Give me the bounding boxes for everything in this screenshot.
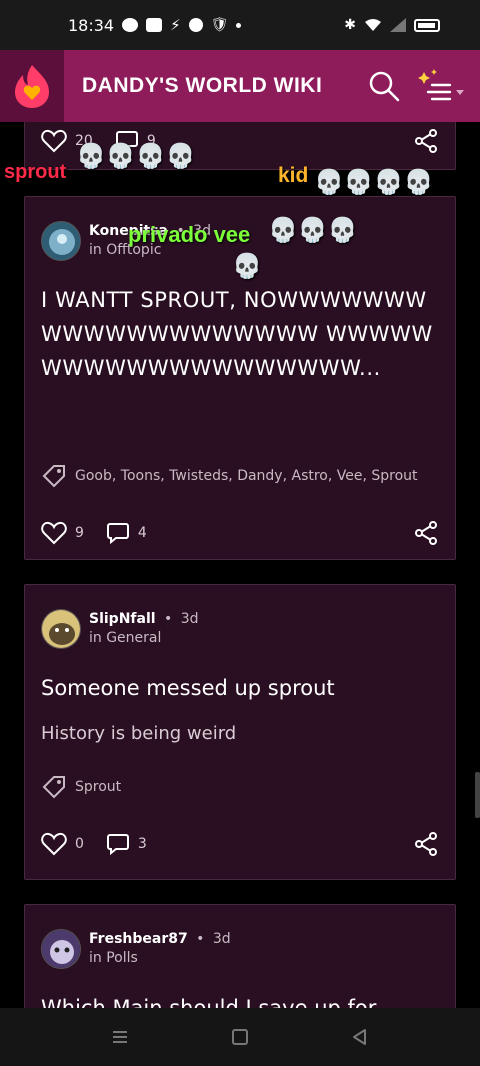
bluetooth-icon: ✱	[344, 17, 356, 33]
skull-icon: 💀	[76, 142, 106, 170]
skull-emoji-row: 💀💀💀💀	[76, 142, 196, 170]
status-time: 18:34	[68, 15, 115, 35]
skull-icon: 💀	[403, 168, 434, 196]
skull-icon: 💀	[232, 252, 262, 280]
avatar[interactable]	[41, 609, 81, 649]
tag-list[interactable]: Sprout	[75, 779, 121, 795]
skull-emoji-row: 💀💀💀	[268, 216, 358, 244]
tag-list[interactable]: Goob, Toons, Twisteds, Dandy, Astro, Vee…	[75, 468, 418, 484]
skull-icon: 💀	[165, 142, 196, 170]
skull-icon: 💀	[135, 142, 166, 170]
like-stat[interactable]: 0	[41, 832, 84, 856]
post-category[interactable]: in Polls	[89, 949, 231, 968]
post-time: 3d	[212, 931, 231, 947]
signal-icon	[390, 18, 406, 32]
comment-icon	[106, 834, 129, 856]
avatar[interactable]	[41, 929, 81, 969]
post-tags[interactable]: Goob, Toons, Twisteds, Dandy, Astro, Vee…	[25, 463, 455, 489]
heart-icon	[41, 521, 67, 545]
like-count: 9	[75, 525, 84, 541]
like-count: 0	[75, 836, 84, 852]
post-title[interactable]: I WANTT SPROUT, NOWWWWWWWWWWWWWWWWWWWW W…	[25, 283, 455, 385]
app-bar: DANDY'S WORLD WIKI	[0, 50, 480, 122]
skull-icon: 💀	[327, 216, 358, 244]
heart-icon	[41, 832, 67, 856]
author-name[interactable]: SlipNfall	[89, 611, 156, 627]
comment-count: 4	[137, 525, 147, 541]
overlay-sprout: sprout	[4, 161, 67, 183]
avatar[interactable]	[41, 221, 81, 261]
heart-icon	[41, 129, 67, 153]
youtube-icon	[146, 18, 163, 32]
post-excerpt[interactable]: History is being weird	[25, 723, 455, 744]
wifi-icon	[365, 19, 381, 31]
share-icon[interactable]	[413, 521, 439, 545]
status-bar: 18:34 ⚡ 🛡 ✱	[0, 0, 480, 50]
skull-icon: 💀	[343, 168, 374, 196]
post-card[interactable]: SlipNfall • 3d in General Someone messed…	[24, 584, 456, 880]
skull-emoji-row: 💀💀💀💀	[314, 168, 434, 196]
skull-icon: 💀	[268, 216, 298, 244]
skull-icon: 💀	[373, 168, 404, 196]
comment-stat[interactable]: 4	[106, 521, 147, 545]
post-title[interactable]: Which Main should I save up for	[25, 991, 455, 1008]
avatar-image	[42, 222, 80, 260]
post-card[interactable]: Konepitsa • 3d in Offtopic I WANTT SPROU…	[24, 196, 456, 560]
dot-separator: •	[164, 611, 173, 627]
scroll-thumb[interactable]	[475, 772, 480, 818]
comment-stat[interactable]: 3	[106, 832, 147, 856]
system-nav-bar	[0, 1008, 480, 1066]
share-icon[interactable]	[413, 129, 439, 153]
tag-icon	[42, 465, 65, 488]
skull-icon: 💀	[297, 216, 328, 244]
comment-icon	[106, 523, 129, 545]
fandom-logo[interactable]	[0, 50, 64, 122]
whatsapp-icon	[122, 18, 139, 32]
skull-icon: 💀	[314, 168, 344, 196]
overlay-kid: kid	[278, 164, 309, 187]
comment-count: 3	[137, 836, 147, 852]
post-title[interactable]: Someone messed up sprout	[25, 671, 455, 705]
post-card[interactable]: Freshbear87 • 3d in Polls Which Main sho…	[24, 904, 456, 1008]
menu-icon[interactable]	[416, 68, 466, 104]
bolt-icon: ⚡	[170, 16, 181, 34]
more-notifications-dot	[236, 22, 242, 28]
recent-apps-icon[interactable]	[110, 1027, 130, 1047]
post-time: 3d	[180, 611, 199, 627]
share-icon[interactable]	[413, 832, 439, 856]
skull-emoji-single: 💀	[232, 252, 262, 280]
post-category[interactable]: in General	[89, 629, 199, 648]
wiki-title[interactable]: DANDY'S WORLD WIKI	[82, 74, 322, 98]
post-tags[interactable]: Sprout	[25, 774, 455, 800]
back-icon[interactable]	[350, 1027, 370, 1047]
skull-icon: 💀	[105, 142, 136, 170]
fandom-flame-icon	[15, 65, 49, 108]
like-stat[interactable]: 9	[41, 521, 84, 545]
battery-icon	[414, 18, 440, 32]
home-icon[interactable]	[230, 1027, 250, 1047]
author-name[interactable]: Freshbear87	[89, 931, 188, 947]
shield-icon: 🛡	[210, 17, 229, 33]
app-notification-icon	[188, 18, 203, 32]
search-icon[interactable]	[368, 70, 400, 102]
avatar-image	[42, 610, 80, 648]
avatar-image	[42, 930, 80, 968]
overlay-privado-vee: privado vee	[128, 222, 251, 247]
tag-icon	[42, 776, 65, 799]
dot-separator: •	[196, 931, 205, 947]
